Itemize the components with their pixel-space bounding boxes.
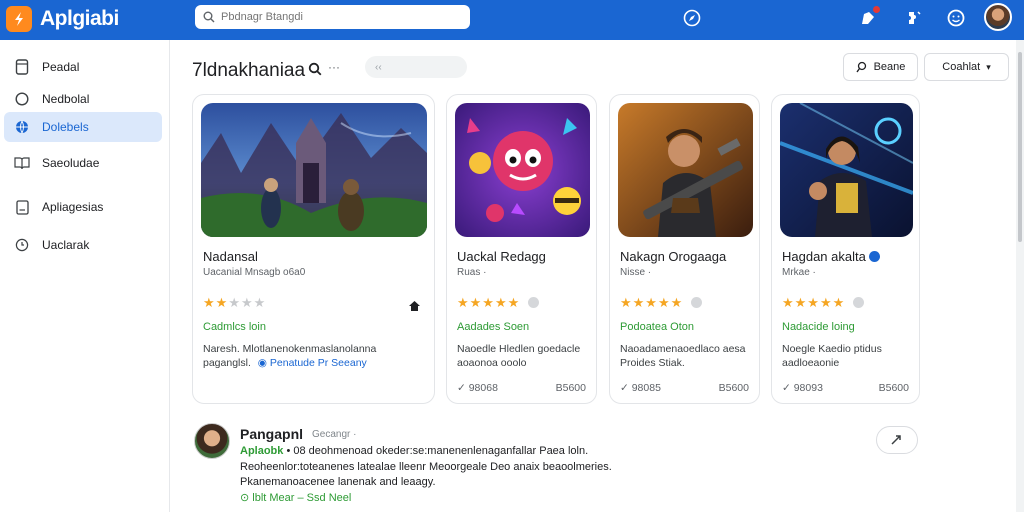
sidebar-item-label: Peadal: [42, 60, 80, 74]
sidebar-item-dolebels[interactable]: Dolebels: [4, 112, 162, 142]
card-description: Naoedle Hledlen goedacle aoaonoa ooolo: [457, 343, 581, 369]
scrollbar-thumb[interactable]: [1018, 52, 1022, 242]
download-count: ✓ 98068: [457, 382, 498, 394]
sidebar-item-label: Apliagesias: [42, 200, 104, 214]
app-artwork: [201, 103, 427, 237]
compass-icon[interactable]: [682, 8, 702, 28]
app-artwork: [618, 103, 753, 237]
globe-icon: [14, 119, 30, 135]
card-status: Aadades Soen: [457, 321, 530, 333]
home-icon[interactable]: [409, 298, 420, 316]
arrow-icon: [891, 435, 901, 445]
search-icon[interactable]: [308, 62, 322, 81]
sidebar-item-uaclarak[interactable]: Uaclarak: [4, 230, 162, 260]
card-subtitle: Mrkae ·: [782, 267, 816, 278]
sidebar-item-apliagesias[interactable]: Apliagesias: [4, 192, 162, 222]
sidebar-item-saeoludae[interactable]: Saeoludae: [4, 148, 162, 178]
card-title-text: Hagdan akalta: [782, 249, 866, 264]
app-name: Aplgiabi: [40, 7, 119, 30]
app-artwork: [455, 103, 590, 237]
card-tags-link[interactable]: ◉ Penatude Pr Seeany: [258, 357, 367, 369]
browse-button-label: Beane: [873, 61, 906, 73]
sidebar-item-label: Nedbolal: [42, 92, 90, 106]
smiley-icon[interactable]: [946, 8, 966, 28]
card-description: Noegle Kaedio ptidus aadloeaonie: [782, 343, 882, 369]
app-artwork: [780, 103, 913, 237]
more-options[interactable]: ···: [328, 60, 340, 74]
card-status: Cadmlcs loin: [203, 321, 266, 333]
card-subtitle: Uacanial Mnsagb o6a0: [203, 267, 306, 278]
info-icon: [853, 297, 865, 308]
reviewer-name: Pangapnl: [240, 426, 304, 442]
sidebar-item-label: Dolebels: [42, 120, 89, 134]
top-bar: Aplgiabi: [0, 0, 1024, 40]
review-text: • 08 deohmenoad okeder:se:manenenlenagan…: [286, 445, 589, 457]
search-input[interactable]: [221, 11, 461, 23]
star-rating: ★★★★★: [620, 295, 703, 311]
page-title: 7ldnakhaniaa: [192, 60, 306, 81]
chevron-down-icon: ▾: [986, 61, 991, 72]
sidebar-item-nedbolal[interactable]: Nedbolal: [4, 84, 162, 114]
info-icon: [691, 297, 703, 308]
reply-button[interactable]: [876, 426, 918, 454]
notification-badge: [873, 6, 880, 13]
review-text: Reoheenlor:toteanenes latealae lleenr Me…: [240, 461, 612, 473]
review-line: Aplaobk • 08 deohmenoad okeder:se:manene…: [240, 445, 588, 457]
review-date: Gecangr ·: [312, 429, 357, 440]
info-icon: [528, 297, 540, 308]
search-icon: [856, 61, 866, 73]
card-title: Uackal Redagg: [457, 249, 546, 264]
card-description: Naresh. Mlotlanenokenmaslanolanna pagang…: [203, 342, 403, 370]
sidebar-item-peadal[interactable]: Peadal: [4, 52, 162, 82]
verified-icon: [869, 251, 881, 262]
star-rating: ★★★★★: [782, 295, 865, 311]
sidebar-item-label: Saeoludae: [42, 156, 100, 170]
app-card[interactable]: Nadansal Uacanial Mnsagb o6a0 ★★★★★ Cadm…: [192, 94, 435, 404]
card-title: Nakagn Orogaaga: [620, 249, 727, 264]
card-tags-text: Penatude Pr Seeany: [269, 357, 367, 369]
tablet-icon: [14, 59, 30, 75]
search-icon: [203, 11, 215, 23]
book-icon: [14, 155, 30, 171]
star-rating: ★★★★★: [203, 295, 267, 310]
puzzle-icon[interactable]: [904, 8, 924, 28]
app-card[interactable]: Uackal Redagg Ruas · ★★★★★ Aadades Soen …: [446, 94, 597, 404]
card-subtitle: Nisse ·: [620, 267, 652, 278]
download-count: ✓ 98093: [782, 382, 823, 394]
clock-icon: [14, 237, 30, 253]
app-logo-icon[interactable]: [6, 6, 32, 32]
search-bar[interactable]: [195, 5, 470, 29]
sidebar: Peadal Nedbolal Dolebels Saeoludae Aplia…: [0, 40, 170, 512]
card-title: Hagdan akalta: [782, 249, 881, 264]
card-subtitle: Ruas ·: [457, 267, 487, 278]
size-label: B5600: [555, 382, 586, 394]
circle-icon: [14, 91, 30, 107]
review-text: Pkanemanoacenee lanenak and leaagy.: [240, 476, 436, 488]
reviewer-avatar[interactable]: [194, 423, 230, 459]
app-card[interactable]: Nakagn Orogaaga Nisse · ★★★★★ Podoatea O…: [609, 94, 760, 404]
card-title: Nadansal: [203, 249, 258, 264]
user-avatar[interactable]: [984, 3, 1012, 31]
card-status: Nadacide loing: [782, 321, 855, 333]
size-label: B5600: [878, 382, 909, 394]
app-card[interactable]: Hagdan akalta Mrkae · ★★★★★ Nadacide loi…: [771, 94, 920, 404]
notifications-icon[interactable]: [858, 6, 880, 28]
download-button[interactable]: Coahlat ▾: [924, 53, 1009, 81]
sidebar-item-label: Uaclarak: [42, 238, 90, 252]
download-count: ✓ 98085: [620, 382, 661, 394]
star-rating: ★★★★★: [457, 295, 540, 311]
download-button-label: Coahlat: [942, 61, 981, 73]
document-icon: [14, 199, 30, 215]
review-status: Aplaobk: [240, 445, 284, 457]
card-status: Podoatea Oton: [620, 321, 695, 333]
card-description: Naoadamenaoedlaco aesa Proides Stiak.: [620, 343, 746, 369]
filter-pill[interactable]: ‹‹: [365, 56, 467, 78]
review-footer[interactable]: ⊙ lblt Mear – Ssd Neel: [240, 491, 351, 504]
size-label: B5600: [718, 382, 749, 394]
browse-button[interactable]: Beane: [843, 53, 918, 81]
